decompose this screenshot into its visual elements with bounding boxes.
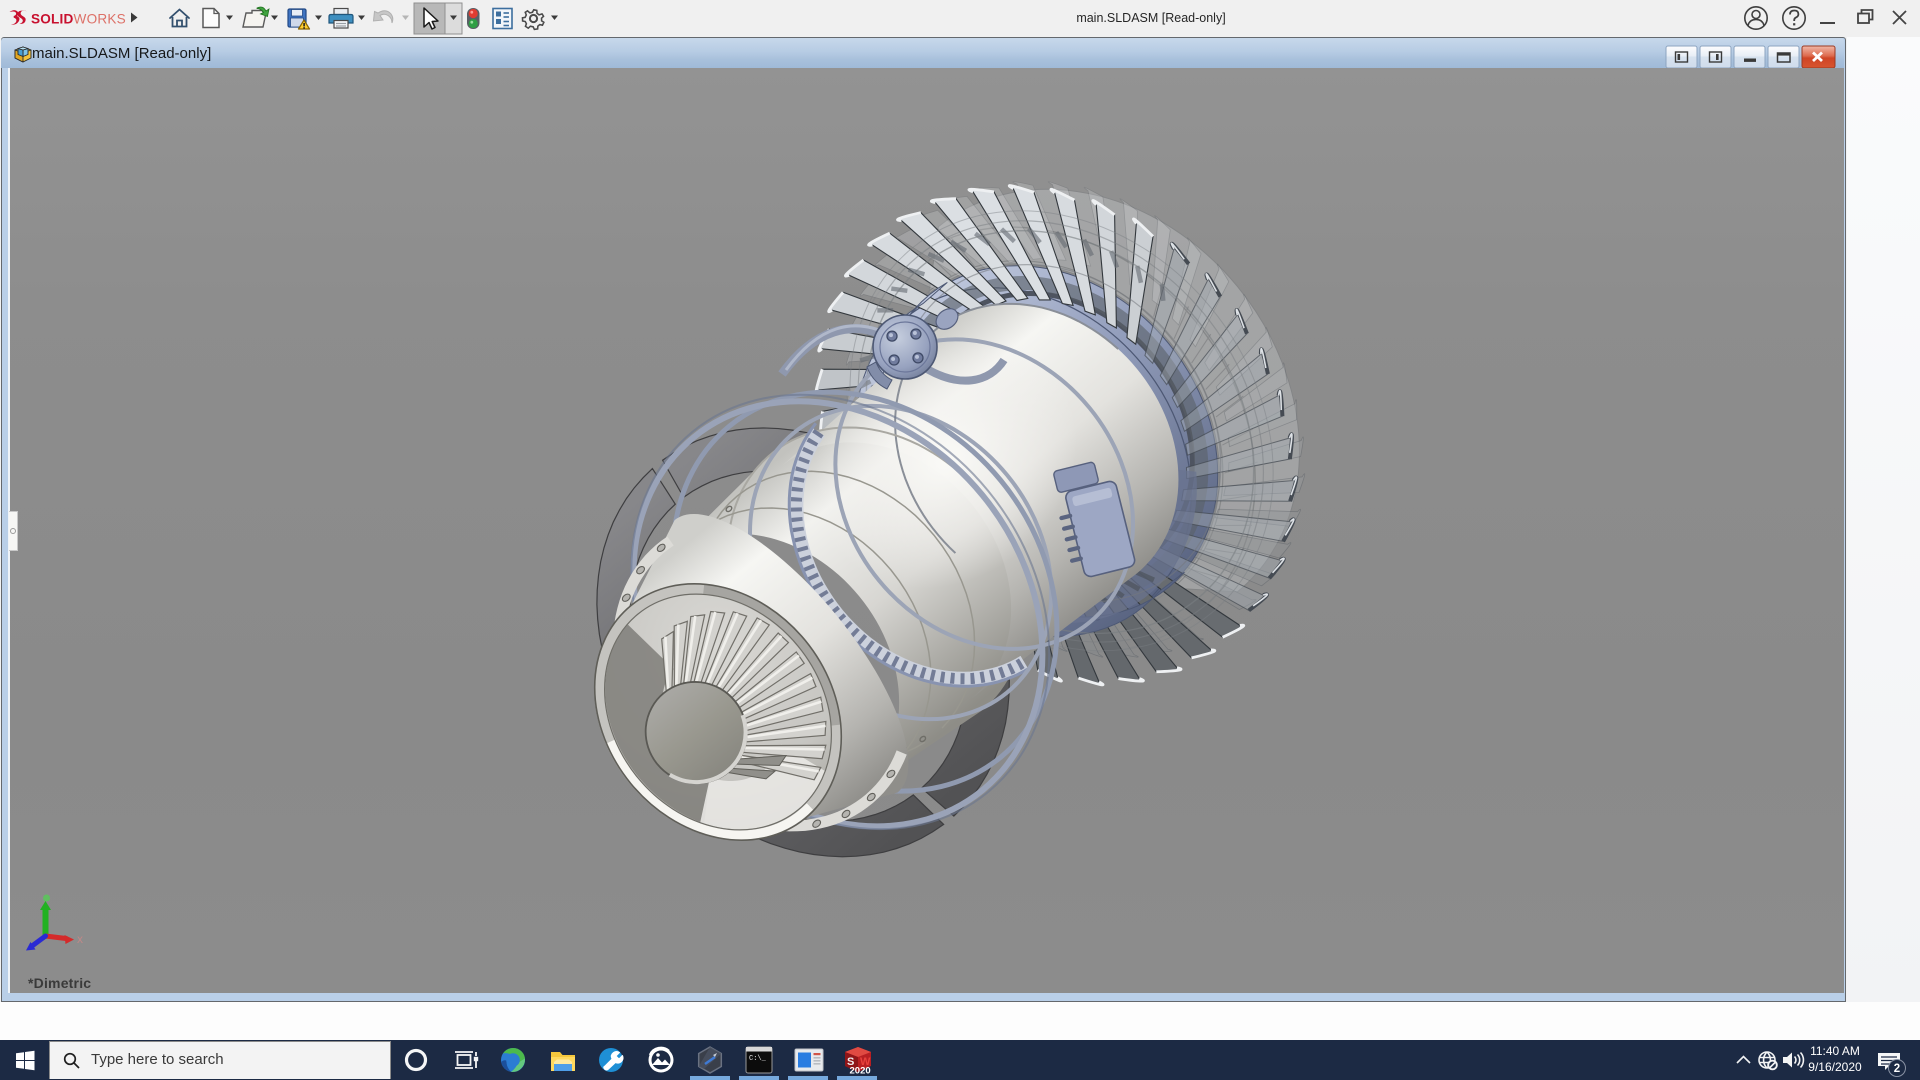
svg-text:C:\_: C:\_ xyxy=(749,1055,767,1063)
svg-text:2: 2 xyxy=(1894,1063,1900,1075)
svg-text:SOLIDWORKS: SOLIDWORKS xyxy=(31,12,126,27)
svg-text:x: x xyxy=(77,932,83,946)
svg-text:2020: 2020 xyxy=(850,1066,871,1077)
